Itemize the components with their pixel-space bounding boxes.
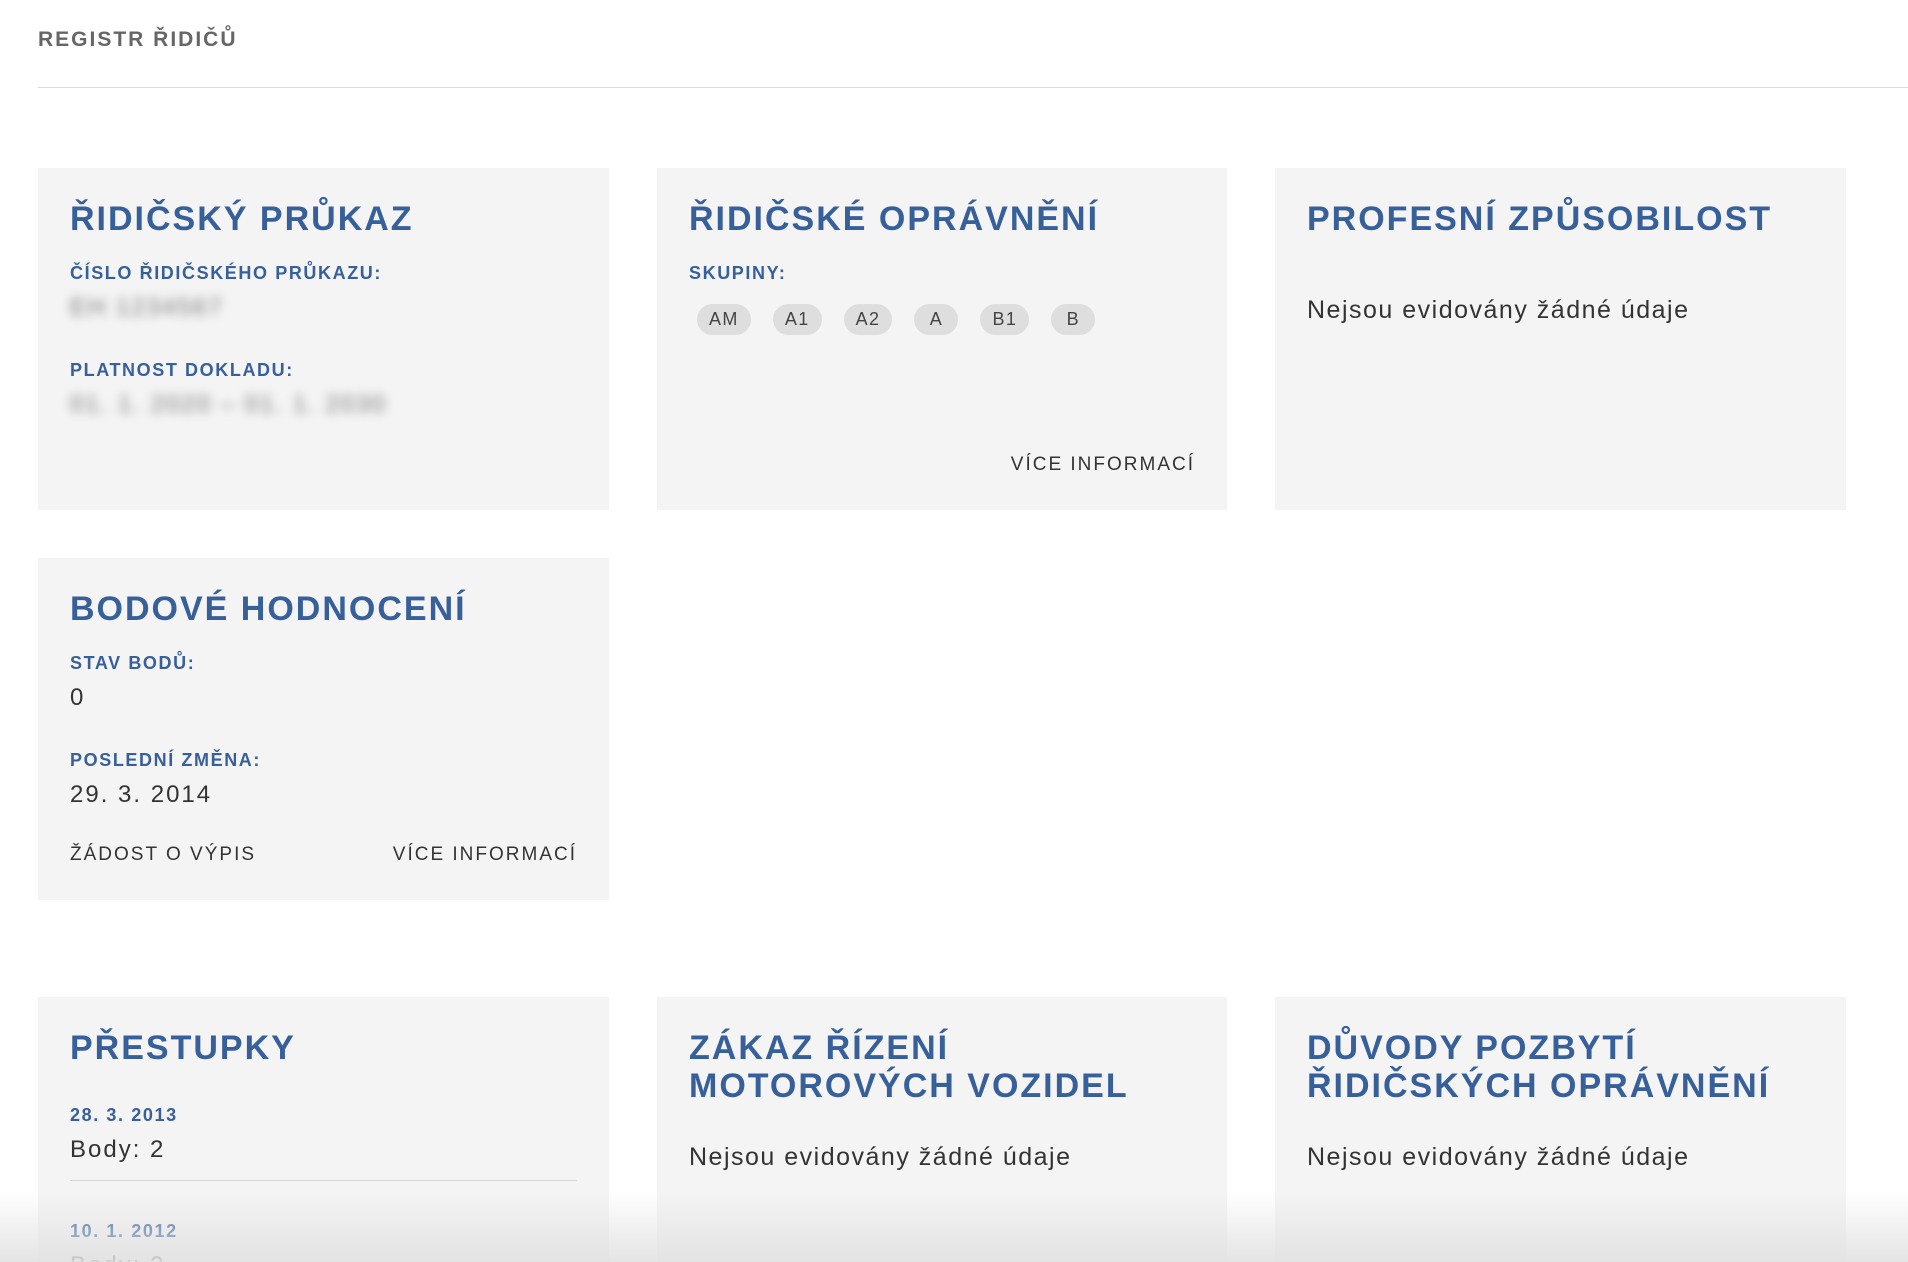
empty-state-text: Nejsou evidovány žádné údaje xyxy=(689,1143,1072,1171)
offense-item: 28. 3. 2013 Body: 2 xyxy=(70,1105,577,1181)
offense-item: 10. 1. 2012 Body: 2 xyxy=(70,1221,577,1262)
license-number-label: ČÍSLO ŘIDIČSKÉHO PRŮKAZU: xyxy=(70,263,383,283)
offense-date: 10. 1. 2012 xyxy=(70,1221,178,1241)
card-title: BODOVÉ HODNOCENÍ xyxy=(70,590,467,628)
card-title: DŮVODY POZBYTÍ ŘIDIČSKÝCH OPRÁVNĚNÍ xyxy=(1307,1029,1771,1105)
more-info-link[interactable]: VÍCE INFORMACÍ xyxy=(1011,454,1195,476)
last-change-label: POSLEDNÍ ZMĚNA: xyxy=(70,750,262,770)
license-number-value: EH 1234567 xyxy=(70,294,224,321)
card-title: ZÁKAZ ŘÍZENÍ MOTOROVÝCH VOZIDEL xyxy=(689,1029,1129,1105)
offense-points: Body: 2 xyxy=(70,1136,166,1163)
request-statement-link[interactable]: ŽÁDOST O VÝPIS xyxy=(70,844,256,866)
points-status-label: STAV BODŮ: xyxy=(70,653,196,673)
card-drivers-license: ŘIDIČSKÝ PRŮKAZ ČÍSLO ŘIDIČSKÉHO PRŮKAZU… xyxy=(38,168,609,510)
offense-points: Body: 2 xyxy=(70,1252,577,1262)
points-status-value: 0 xyxy=(70,684,86,711)
page-title: REGISTR ŘIDIČŮ xyxy=(38,28,238,51)
last-change-value: 29. 3. 2014 xyxy=(70,781,213,808)
empty-state-text: Nejsou evidovány žádné údaje xyxy=(1307,296,1690,324)
validity-value: 01. 1. 2020 – 01. 1. 2030 xyxy=(70,391,387,418)
groups-list: AM A1 A2 A B1 B xyxy=(689,304,1195,335)
group-chip: A xyxy=(914,304,959,335)
group-chip: A1 xyxy=(772,304,822,335)
empty-state-text: Nejsou evidovány žádné údaje xyxy=(1307,1143,1690,1171)
offense-divider xyxy=(70,1180,577,1181)
offense-date: 28. 3. 2013 xyxy=(70,1105,178,1125)
card-revocation-reasons: DŮVODY POZBYTÍ ŘIDIČSKÝCH OPRÁVNĚNÍ Nejs… xyxy=(1275,997,1846,1262)
card-driving-ban: ZÁKAZ ŘÍZENÍ MOTOROVÝCH VOZIDEL Nejsou e… xyxy=(657,997,1227,1262)
group-chip: B1 xyxy=(980,304,1030,335)
more-info-link[interactable]: VÍCE INFORMACÍ xyxy=(393,844,577,866)
card-title: PROFESNÍ ZPŮSOBILOST xyxy=(1307,200,1773,238)
card-professional-competence: PROFESNÍ ZPŮSOBILOST Nejsou evidovány žá… xyxy=(1275,168,1846,510)
card-title: PŘESTUPKY xyxy=(70,1029,296,1067)
validity-label: PLATNOST DOKLADU: xyxy=(70,360,294,380)
groups-label: SKUPINY: xyxy=(689,263,787,283)
card-title: ŘIDIČSKÝ PRŮKAZ xyxy=(70,200,414,238)
card-points-evaluation: BODOVÉ HODNOCENÍ STAV BODŮ: 0 POSLEDNÍ Z… xyxy=(38,558,609,900)
group-chip: A2 xyxy=(843,304,893,335)
group-chip: AM xyxy=(697,304,751,335)
card-title: ŘIDIČSKÉ OPRÁVNĚNÍ xyxy=(689,200,1100,238)
card-driving-authorization: ŘIDIČSKÉ OPRÁVNĚNÍ SKUPINY: AM A1 A2 A B… xyxy=(657,168,1227,510)
page-header: REGISTR ŘIDIČŮ xyxy=(38,0,1908,88)
group-chip: B xyxy=(1051,304,1096,335)
card-offenses: PŘESTUPKY 28. 3. 2013 Body: 2 10. 1. 201… xyxy=(38,997,609,1262)
